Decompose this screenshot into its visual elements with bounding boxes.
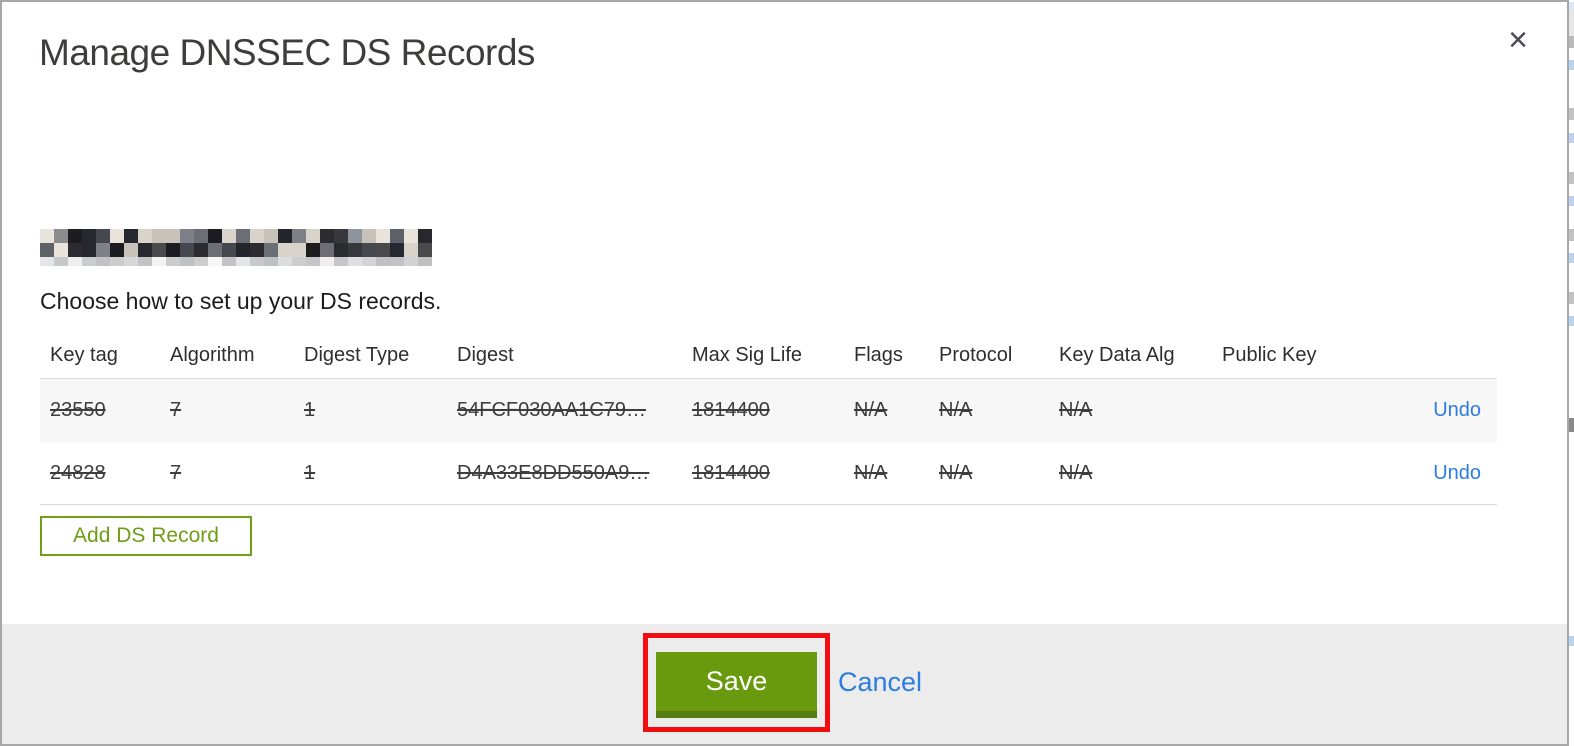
cell-digest: D4A33E8DD550A9… [457,461,650,484]
table-header-row: Key tag Algorithm Digest Type Digest Max… [40,332,1497,379]
cell-key-tag: 23550 [50,399,106,421]
save-button[interactable]: Save [656,652,817,718]
cell-digest-type: 1 [304,461,316,484]
column-header-flags: Flags [854,343,903,366]
cell-key-data-alg: N/A [1059,399,1093,421]
column-header-key-tag: Key tag [50,343,118,366]
add-ds-record-button[interactable]: Add DS Record [40,516,252,556]
redacted-domain-name [40,229,432,266]
column-header-algorithm: Algorithm [170,343,255,366]
undo-link[interactable]: Undo [1433,462,1481,484]
cell-protocol: N/A [939,399,973,421]
column-header-digest: Digest [457,343,514,366]
cell-max-sig-life: 1814400 [692,399,770,421]
column-header-max-sig-life: Max Sig Life [692,343,803,366]
subtitle-text: Choose how to set up your DS records. [40,288,442,314]
cell-key-tag: 24828 [50,461,106,484]
close-icon[interactable]: × [1496,18,1540,62]
manage-dnssec-modal: Manage DNSSEC DS Records × Choose how to… [0,0,1569,746]
column-header-public-key: Public Key [1222,343,1317,366]
background-page-sliver [1569,0,1574,746]
table-row: 23550 7 1 54FCF030AA1C79… 1814400 N/A N/… [40,379,1497,442]
cell-digest-type: 1 [304,399,316,421]
cell-max-sig-life: 1814400 [692,461,770,484]
cell-protocol: N/A [939,461,973,484]
cell-digest: 54FCF030AA1C79… [457,399,646,421]
column-header-key-data-alg: Key Data Alg [1059,343,1175,366]
screenshot-root: Manage DNSSEC DS Records × Choose how to… [0,0,1574,746]
cancel-button[interactable]: Cancel [838,667,922,698]
ds-records-table: Key tag Algorithm Digest Type Digest Max… [40,332,1497,505]
cell-flags: N/A [854,399,888,421]
page-title: Manage DNSSEC DS Records [39,32,535,73]
column-header-protocol: Protocol [939,343,1013,366]
undo-link[interactable]: Undo [1433,399,1481,421]
cell-key-data-alg: N/A [1059,461,1093,484]
cell-algorithm: 7 [170,399,182,421]
column-header-digest-type: Digest Type [304,343,410,366]
cell-algorithm: 7 [170,461,182,484]
table-row: 24828 7 1 D4A33E8DD550A9… 1814400 N/A N/… [40,442,1497,505]
cell-flags: N/A [854,461,888,484]
